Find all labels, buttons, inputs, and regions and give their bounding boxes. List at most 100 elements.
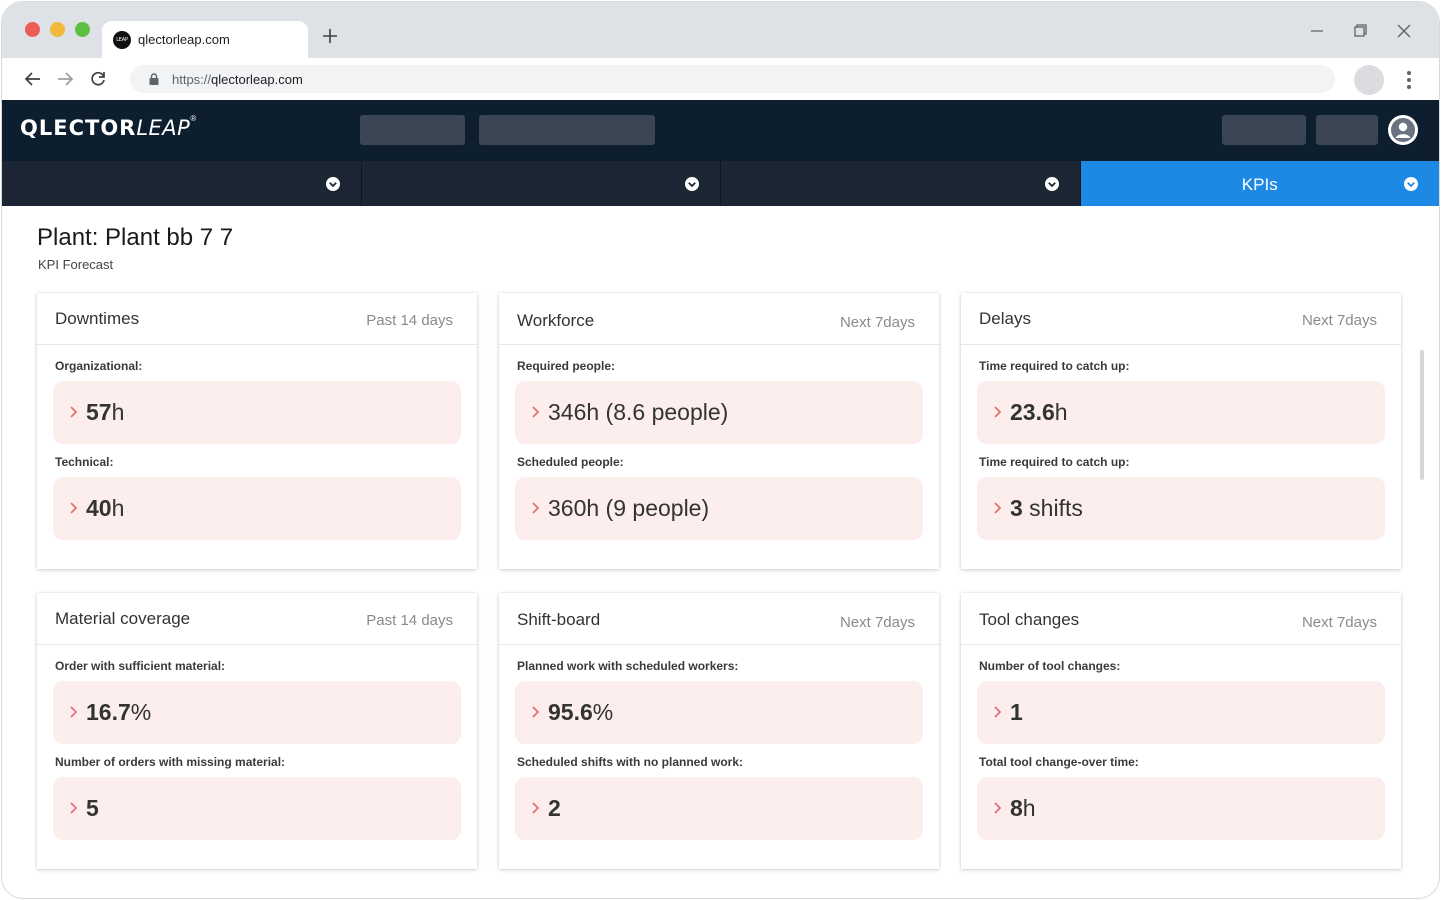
chevron-right-icon: [70, 502, 78, 514]
metric-value: 95.6%: [548, 699, 614, 725]
metric-label: Time required to catch up:: [979, 455, 1130, 469]
browser-menu-icon[interactable]: [1399, 68, 1419, 92]
card-period: Next 7days: [1301, 614, 1377, 631]
page-subtitle: KPI Forecast: [38, 257, 114, 272]
chevron-down-icon: [1044, 177, 1059, 191]
metric-value-box[interactable]: 23.6h: [977, 381, 1385, 444]
header-action-2[interactable]: [1316, 115, 1378, 145]
browser-tab[interactable]: LEAP qlectorleap.com: [102, 21, 308, 58]
card-header: Downtimes Past 14 days: [37, 293, 477, 345]
metric-value: 8h: [1010, 795, 1036, 821]
browser-window: LEAP qlectorleap.com https://qlectorleap…: [1, 1, 1440, 899]
metric-value: 1: [1010, 699, 1023, 725]
metric-value-box[interactable]: 1: [977, 681, 1385, 744]
header-menu-item-1[interactable]: [360, 115, 465, 145]
card-period: Next 7days: [839, 314, 915, 331]
metric-value-box[interactable]: 346h (8.6 people): [515, 381, 923, 444]
card-title: Delays: [979, 309, 1031, 328]
kpi-card-tool-changes: Tool changes Next 7days Number of tool c…: [961, 593, 1401, 869]
metric-label: Scheduled shifts with no planned work:: [517, 755, 744, 769]
card-header: Material coverage Past 14 days: [37, 593, 477, 645]
metric-value-box[interactable]: 8h: [977, 777, 1385, 840]
module-nav: KPIs: [2, 161, 1439, 206]
minimize-window-dot[interactable]: [50, 22, 65, 37]
card-period: Next 7days: [1301, 312, 1377, 329]
restore-icon[interactable]: [1349, 20, 1371, 42]
page-scrollbar[interactable]: [1420, 350, 1424, 480]
metric-value: 3 shifts: [1010, 495, 1083, 521]
chevron-right-icon: [994, 502, 1002, 514]
metric-label: Technical:: [55, 455, 114, 469]
close-icon[interactable]: [1393, 20, 1415, 42]
kpi-card-shift-board: Shift-board Next 7days Planned work with…: [499, 593, 939, 869]
zoom-window-dot[interactable]: [75, 22, 90, 37]
kpi-card-material-coverage: Material coverage Past 14 days Order wit…: [37, 593, 477, 869]
metric-value-box[interactable]: 16.7%: [53, 681, 461, 744]
card-header: Workforce Next 7days: [499, 293, 939, 345]
metric-value-box[interactable]: 360h (9 people): [515, 477, 923, 540]
module-tab-kpis[interactable]: KPIs: [1080, 161, 1439, 206]
metric-label: Required people:: [517, 359, 616, 373]
chevron-right-icon: [532, 502, 540, 514]
new-tab-icon[interactable]: [320, 26, 340, 46]
profile-button[interactable]: [1354, 65, 1384, 95]
close-window-dot[interactable]: [25, 22, 40, 37]
site-favicon-icon: LEAP: [113, 31, 131, 49]
header-action-1[interactable]: [1222, 115, 1306, 145]
chevron-down-icon: [1404, 177, 1418, 191]
metric-value-box[interactable]: 5: [53, 777, 461, 840]
page-title: Plant: Plant bb 7 7: [37, 224, 234, 251]
tab-title: qlectorleap.com: [138, 32, 230, 47]
chevron-right-icon: [994, 706, 1002, 718]
module-tab-3[interactable]: [721, 161, 1081, 206]
module-tab-2[interactable]: [362, 161, 721, 206]
metric-value: 5: [86, 795, 99, 821]
metric-label: Organizational:: [55, 359, 143, 373]
metric-value-box[interactable]: 2: [515, 777, 923, 840]
metric-value-box[interactable]: 57h: [53, 381, 461, 444]
chevron-down-icon: [685, 177, 699, 191]
chevron-right-icon: [70, 406, 78, 418]
header-menu-item-2[interactable]: [479, 115, 655, 145]
metric-label: Time required to catch up:: [979, 359, 1130, 373]
module-tab-1[interactable]: [2, 161, 362, 206]
chevron-right-icon: [532, 802, 540, 814]
chevron-right-icon: [70, 802, 78, 814]
metric-label: Order with sufficient material:: [55, 659, 226, 673]
chevron-right-icon: [994, 406, 1002, 418]
reload-icon[interactable]: [87, 68, 109, 90]
card-period: Past 14 days: [366, 612, 453, 629]
minimize-icon[interactable]: [1306, 20, 1328, 42]
lock-icon: [149, 73, 159, 85]
card-title: Shift-board: [517, 610, 601, 629]
address-bar[interactable]: https://qlectorleap.com: [130, 65, 1335, 93]
metric-value: 40h: [86, 495, 125, 521]
chevron-right-icon: [994, 802, 1002, 814]
metric-value: 16.7%: [86, 699, 152, 725]
metric-value-box[interactable]: 95.6%: [515, 681, 923, 744]
metric-value: 23.6h: [1010, 399, 1068, 425]
card-title: Downtimes: [55, 309, 140, 328]
qlectorleap-logo[interactable]: QLECTORLEAP®: [20, 114, 196, 140]
url-text: https://qlectorleap.com: [172, 72, 303, 87]
metric-label: Total tool change-over time:: [979, 755, 1139, 769]
chevron-right-icon: [70, 706, 78, 718]
metric-label: Number of tool changes:: [979, 659, 1121, 673]
card-header: Tool changes Next 7days: [961, 593, 1401, 645]
module-tab-label: KPIs: [1241, 175, 1278, 194]
metric-value: 2: [548, 795, 561, 821]
card-title: Workforce: [517, 311, 595, 330]
metric-value: 360h (9 people): [548, 495, 710, 521]
metric-label: Number of orders with missing material:: [55, 755, 286, 769]
app-header: QLECTORLEAP®: [2, 100, 1439, 161]
metric-value-box[interactable]: 3 shifts: [977, 477, 1385, 540]
metric-value-box[interactable]: 40h: [53, 477, 461, 540]
card-period: Past 14 days: [366, 312, 453, 329]
forward-arrow-icon[interactable]: [54, 68, 76, 90]
chevron-right-icon: [532, 406, 540, 418]
chevron-right-icon: [532, 706, 540, 718]
user-avatar-icon[interactable]: [1388, 115, 1418, 145]
chevron-down-icon: [325, 177, 340, 191]
back-arrow-icon[interactable]: [22, 68, 44, 90]
browser-tabstrip: LEAP qlectorleap.com: [2, 2, 1439, 58]
